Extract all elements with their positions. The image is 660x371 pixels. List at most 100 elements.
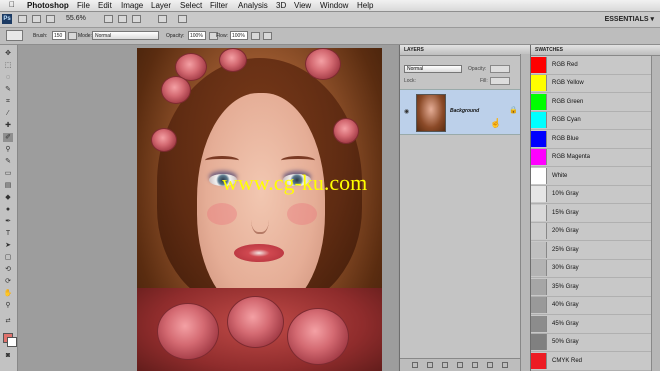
- panel-scrollbar[interactable]: [520, 54, 530, 371]
- swatch-chip[interactable]: [531, 241, 547, 258]
- brush-tool-preset-icon[interactable]: [6, 30, 23, 41]
- swatch-row[interactable]: 30% Gray: [531, 260, 660, 278]
- swatch-row[interactable]: RGB Yellow: [531, 75, 660, 93]
- swatch-row[interactable]: 25% Gray: [531, 241, 660, 260]
- new-layer-icon[interactable]: [487, 362, 493, 368]
- swatch-chip[interactable]: [531, 260, 547, 277]
- swatch-row[interactable]: RGB Magenta: [531, 149, 660, 167]
- opacity-input[interactable]: 100%: [188, 31, 206, 40]
- mini-bridge-icon[interactable]: [32, 15, 41, 23]
- swatch-chip[interactable]: [531, 186, 547, 203]
- swatch-row[interactable]: 10% Gray: [531, 186, 660, 204]
- menu-help[interactable]: Help: [357, 1, 373, 10]
- swatch-chip[interactable]: [531, 278, 547, 295]
- history-brush-tool-icon[interactable]: ✎: [3, 157, 13, 166]
- menu-view[interactable]: View: [294, 1, 311, 10]
- swatch-chip[interactable]: [531, 315, 547, 332]
- apple-icon[interactable]: : [9, 0, 15, 9]
- swatch-row[interactable]: 15% Gray: [531, 204, 660, 223]
- swatch-row[interactable]: White: [531, 167, 660, 186]
- view-extras-icon[interactable]: [46, 15, 55, 23]
- menu-file[interactable]: File: [77, 1, 90, 10]
- pen-tool-icon[interactable]: ✒: [3, 217, 13, 226]
- layer-row-background[interactable]: ◉ Background 🔒 ☝: [400, 89, 530, 135]
- layer-mask-icon[interactable]: [442, 362, 448, 368]
- swap-colors-icon[interactable]: ⇄: [3, 317, 13, 326]
- swatch-chip[interactable]: [531, 167, 547, 184]
- move-tool-icon[interactable]: ✥: [3, 49, 13, 58]
- menu-select[interactable]: Select: [180, 1, 202, 10]
- quick-select-tool-icon[interactable]: ✎: [3, 85, 13, 94]
- delete-layer-icon[interactable]: [502, 362, 508, 368]
- screen-mode-icon[interactable]: [178, 15, 187, 23]
- swatches-scrollbar[interactable]: [651, 56, 660, 371]
- menu-app-photoshop[interactable]: Photoshop: [27, 1, 69, 10]
- workspace-switcher[interactable]: ESSENTIALS ▾: [605, 15, 654, 23]
- type-tool-icon[interactable]: T: [3, 229, 13, 238]
- menu-edit[interactable]: Edit: [98, 1, 112, 10]
- arrange-documents-icon[interactable]: [158, 15, 167, 23]
- swatch-chip[interactable]: [531, 130, 547, 147]
- flow-input[interactable]: 100%: [230, 31, 248, 40]
- quick-mask-icon[interactable]: ◙: [3, 351, 13, 360]
- swatch-row[interactable]: 40% Gray: [531, 297, 660, 315]
- eraser-tool-icon[interactable]: ▭: [3, 169, 13, 178]
- swatch-row[interactable]: RGB Red: [531, 56, 660, 75]
- 3d-orbit-tool-icon[interactable]: ⟳: [3, 277, 13, 286]
- layer-style-icon[interactable]: [427, 362, 433, 368]
- zoom-level[interactable]: 55.6%: [66, 15, 86, 22]
- bridge-icon[interactable]: [18, 15, 27, 23]
- menu-3d[interactable]: 3D: [276, 1, 286, 10]
- dodge-tool-icon[interactable]: ●: [3, 205, 13, 214]
- rotate-view-icon[interactable]: [132, 15, 141, 23]
- pressure-size-icon[interactable]: [263, 32, 272, 40]
- menu-image[interactable]: Image: [121, 1, 143, 10]
- layer-blend-mode-select[interactable]: Normal: [404, 65, 462, 73]
- menu-analysis[interactable]: Analysis: [238, 1, 268, 10]
- swatch-chip[interactable]: [531, 75, 547, 92]
- brush-panel-toggle-icon[interactable]: [68, 32, 77, 40]
- swatch-row[interactable]: RGB Cyan: [531, 112, 660, 130]
- document-image[interactable]: [137, 48, 382, 371]
- swatches-panel-tab[interactable]: SWATCHES: [531, 45, 660, 56]
- link-layers-icon[interactable]: [412, 362, 418, 368]
- swatch-chip[interactable]: [531, 56, 547, 73]
- brush-size-picker[interactable]: 150: [52, 31, 66, 40]
- new-group-icon[interactable]: [472, 362, 478, 368]
- shape-tool-icon[interactable]: ▢: [3, 253, 13, 262]
- swatch-chip[interactable]: [531, 204, 547, 221]
- brush-tool-icon[interactable]: ✐: [3, 133, 13, 142]
- swatch-row[interactable]: RGB Blue: [531, 130, 660, 149]
- swatch-chip[interactable]: [531, 352, 547, 369]
- airbrush-icon[interactable]: [251, 32, 260, 40]
- layer-name[interactable]: Background: [450, 108, 479, 114]
- swatch-chip[interactable]: [531, 334, 547, 351]
- menu-filter[interactable]: Filter: [210, 1, 228, 10]
- swatch-chip[interactable]: [531, 112, 547, 129]
- mode-select[interactable]: Normal: [92, 31, 159, 40]
- layer-visibility-eye-icon[interactable]: ◉: [404, 108, 409, 115]
- zoom-tool-icon[interactable]: [118, 15, 127, 23]
- adjustment-layer-icon[interactable]: [457, 362, 463, 368]
- layers-panel-tab[interactable]: LAYERS: [400, 45, 530, 56]
- menu-layer[interactable]: Layer: [151, 1, 171, 10]
- swatch-row[interactable]: CMYK Red: [531, 352, 660, 371]
- layer-opacity-input[interactable]: [490, 65, 510, 73]
- 3d-rotate-tool-icon[interactable]: ⟲: [3, 265, 13, 274]
- zoom-tool-icon[interactable]: ⚲: [3, 301, 13, 310]
- swatch-row[interactable]: 20% Gray: [531, 223, 660, 241]
- marquee-tool-icon[interactable]: ⬚: [3, 61, 13, 70]
- path-select-tool-icon[interactable]: ➤: [3, 241, 13, 250]
- crop-tool-icon[interactable]: ⌗: [3, 97, 13, 106]
- swatch-row[interactable]: 45% Gray: [531, 315, 660, 334]
- eyedropper-tool-icon[interactable]: ⁄: [3, 109, 13, 118]
- swatch-chip[interactable]: [531, 223, 547, 240]
- healing-brush-tool-icon[interactable]: ✚: [3, 121, 13, 130]
- swatch-row[interactable]: RGB Green: [531, 93, 660, 112]
- swatch-row[interactable]: 35% Gray: [531, 278, 660, 297]
- clone-stamp-tool-icon[interactable]: ⚲: [3, 145, 13, 154]
- hand-tool-icon[interactable]: [104, 15, 113, 23]
- background-color-swatch[interactable]: [7, 337, 17, 347]
- swatch-chip[interactable]: [531, 297, 547, 314]
- hand-tool-icon[interactable]: ✋: [3, 289, 13, 298]
